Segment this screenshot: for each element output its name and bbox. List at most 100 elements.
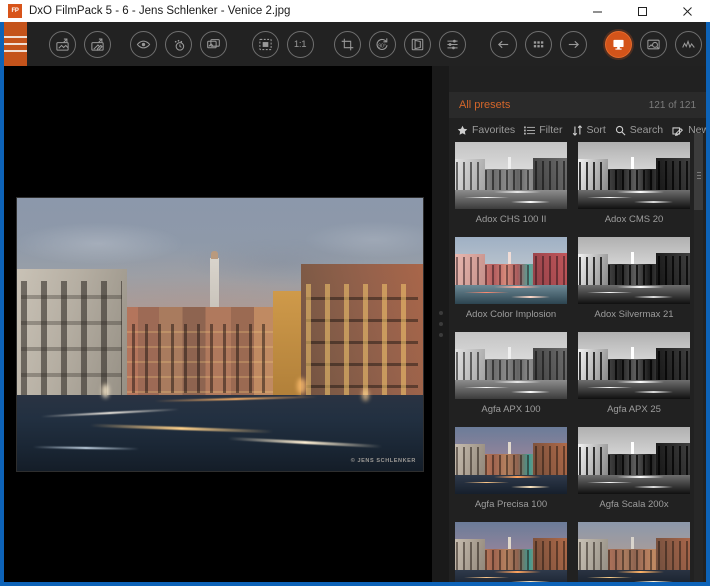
thumbnail-layer — [578, 380, 690, 399]
preset-label: Agfa APX 100 — [481, 404, 541, 415]
thumbnail-light-trail — [494, 286, 542, 288]
preset-item[interactable]: Agfa APX 25 — [578, 332, 690, 421]
main-photo[interactable]: © JENS SCHLENKER — [16, 197, 424, 472]
preset-item[interactable] — [578, 522, 690, 582]
preset-thumbnail-image — [455, 332, 567, 399]
sort-button[interactable]: Sort — [572, 124, 606, 136]
preset-thumbnail-image — [578, 427, 690, 494]
preset-label: Adox Silvermax 21 — [594, 309, 674, 320]
adjust-sliders-icon — [447, 39, 458, 49]
fit-to-screen-icon — [258, 38, 272, 50]
preset-item[interactable]: Agfa Scala 200x — [578, 427, 690, 516]
search-button[interactable]: Search — [615, 124, 663, 136]
preset-label: Adox CMS 20 — [604, 214, 664, 225]
hamburger-line — [4, 43, 27, 45]
close-icon — [683, 6, 692, 16]
adjust-sliders-button[interactable] — [438, 30, 466, 58]
thumbnail-light-trail — [634, 486, 674, 488]
thumbnail-light-trail — [634, 201, 674, 203]
toolbar-group-view — [126, 30, 231, 58]
browser-grid-button[interactable] — [524, 30, 552, 58]
presets-scrollbar-thumb[interactable] — [694, 133, 703, 210]
presets-count: 121 of 121 — [648, 99, 696, 111]
preset-thumbnail-image — [455, 522, 567, 582]
preset-thumbnail[interactable] — [578, 427, 690, 494]
export-image-button[interactable] — [48, 30, 76, 58]
preset-thumbnail-image — [578, 332, 690, 399]
preset-thumbnail[interactable] — [455, 142, 567, 209]
thumbnail-light-trail — [511, 201, 551, 203]
fit-to-screen-button[interactable] — [251, 30, 279, 58]
preset-item[interactable]: Agfa Precisa 100 — [455, 427, 567, 516]
minimize-icon — [593, 11, 602, 12]
preset-label: Agfa Precisa 100 — [474, 499, 548, 510]
favorites-button[interactable]: Favorites — [457, 124, 515, 136]
sort-arrows-icon — [572, 124, 582, 136]
loupe-button[interactable] — [640, 30, 667, 58]
crop-button[interactable] — [333, 30, 361, 58]
filter-button[interactable]: Filter — [524, 124, 563, 136]
zoom-one-to-one-label: 1:1 — [293, 38, 307, 50]
preset-thumbnail[interactable] — [578, 142, 690, 209]
toolbar-group-edit: 90° — [330, 30, 470, 58]
search-label: Search — [629, 124, 664, 136]
preset-thumbnail[interactable] — [578, 237, 690, 304]
perspective-button[interactable] — [403, 30, 431, 58]
browser-grid-icon — [533, 40, 544, 47]
display-mode-button[interactable] — [605, 30, 632, 58]
preset-thumbnail[interactable] — [578, 522, 690, 582]
compare-images-button[interactable] — [200, 30, 228, 58]
loupe-icon — [647, 39, 660, 49]
preset-thumbnail[interactable] — [455, 237, 567, 304]
toolbar-group-export — [45, 30, 115, 58]
thumbnail-light-trail — [511, 391, 551, 393]
preset-thumbnail[interactable] — [578, 332, 690, 399]
panel-splitter[interactable] — [432, 66, 449, 582]
close-button[interactable] — [665, 0, 710, 22]
preset-thumbnail[interactable] — [455, 332, 567, 399]
image-viewer[interactable]: © JENS SCHLENKER — [4, 66, 432, 582]
preset-item[interactable] — [455, 522, 567, 582]
toolbar-group-panels — [601, 30, 706, 58]
preset-thumbnail[interactable] — [455, 522, 567, 582]
thumbnail-light-trail — [634, 581, 674, 582]
preset-item[interactable]: Adox CHS 100 II — [455, 142, 567, 231]
presets-grid[interactable]: Adox CHS 100 II Adox CMS 20 Adox Color Imp… — [449, 142, 697, 582]
preset-thumbnail-image — [578, 237, 690, 304]
minimize-button[interactable] — [575, 0, 620, 22]
presets-header[interactable]: All presets 121 of 121 — [449, 92, 706, 118]
application-window: FP DxO FilmPack 5 - 6 - Jens Schlenker -… — [0, 0, 710, 586]
compare-images-icon — [207, 38, 221, 48]
presets-action-bar: Favorites Filter Sort Search New — [449, 118, 706, 142]
search-icon — [615, 125, 626, 135]
thumbnail-layer — [578, 190, 690, 209]
preset-thumbnail-image — [455, 237, 567, 304]
maximize-button[interactable] — [620, 0, 665, 22]
previous-image-button[interactable] — [489, 30, 517, 58]
rotate-90-button[interactable]: 90° — [368, 30, 396, 58]
thumbnail-light-trail — [617, 191, 665, 193]
maximize-icon — [638, 6, 647, 16]
export-image-icon — [55, 38, 69, 51]
preset-item[interactable]: Adox Color Implosion — [455, 237, 567, 326]
window-title: DxO FilmPack 5 - 6 - Jens Schlenker - Ve… — [29, 5, 291, 17]
hamburger-menu-button[interactable] — [4, 22, 27, 66]
preset-thumbnail[interactable] — [455, 427, 567, 494]
preset-item[interactable]: Adox CMS 20 — [578, 142, 690, 231]
thumbnail-light-trail — [617, 476, 665, 478]
preset-item[interactable]: Adox Silvermax 21 — [578, 237, 690, 326]
next-image-icon — [568, 40, 579, 48]
splitter-dot — [438, 322, 443, 326]
zoom-one-to-one-button[interactable]: 1:1 — [286, 30, 314, 58]
next-image-button[interactable] — [559, 30, 587, 58]
history-button[interactable] — [165, 30, 193, 58]
hamburger-line — [4, 36, 27, 38]
presets-scrollbar-track[interactable] — [694, 133, 703, 582]
svg-text:90°: 90° — [378, 43, 386, 49]
main-toolbar: 1:1 90° — [4, 22, 706, 66]
preset-label: Adox CHS 100 II — [475, 214, 547, 225]
preview-eye-button[interactable] — [130, 30, 158, 58]
preset-item[interactable]: Agfa APX 100 — [455, 332, 567, 421]
histogram-button[interactable] — [675, 30, 702, 58]
export-edit-button[interactable] — [83, 30, 111, 58]
